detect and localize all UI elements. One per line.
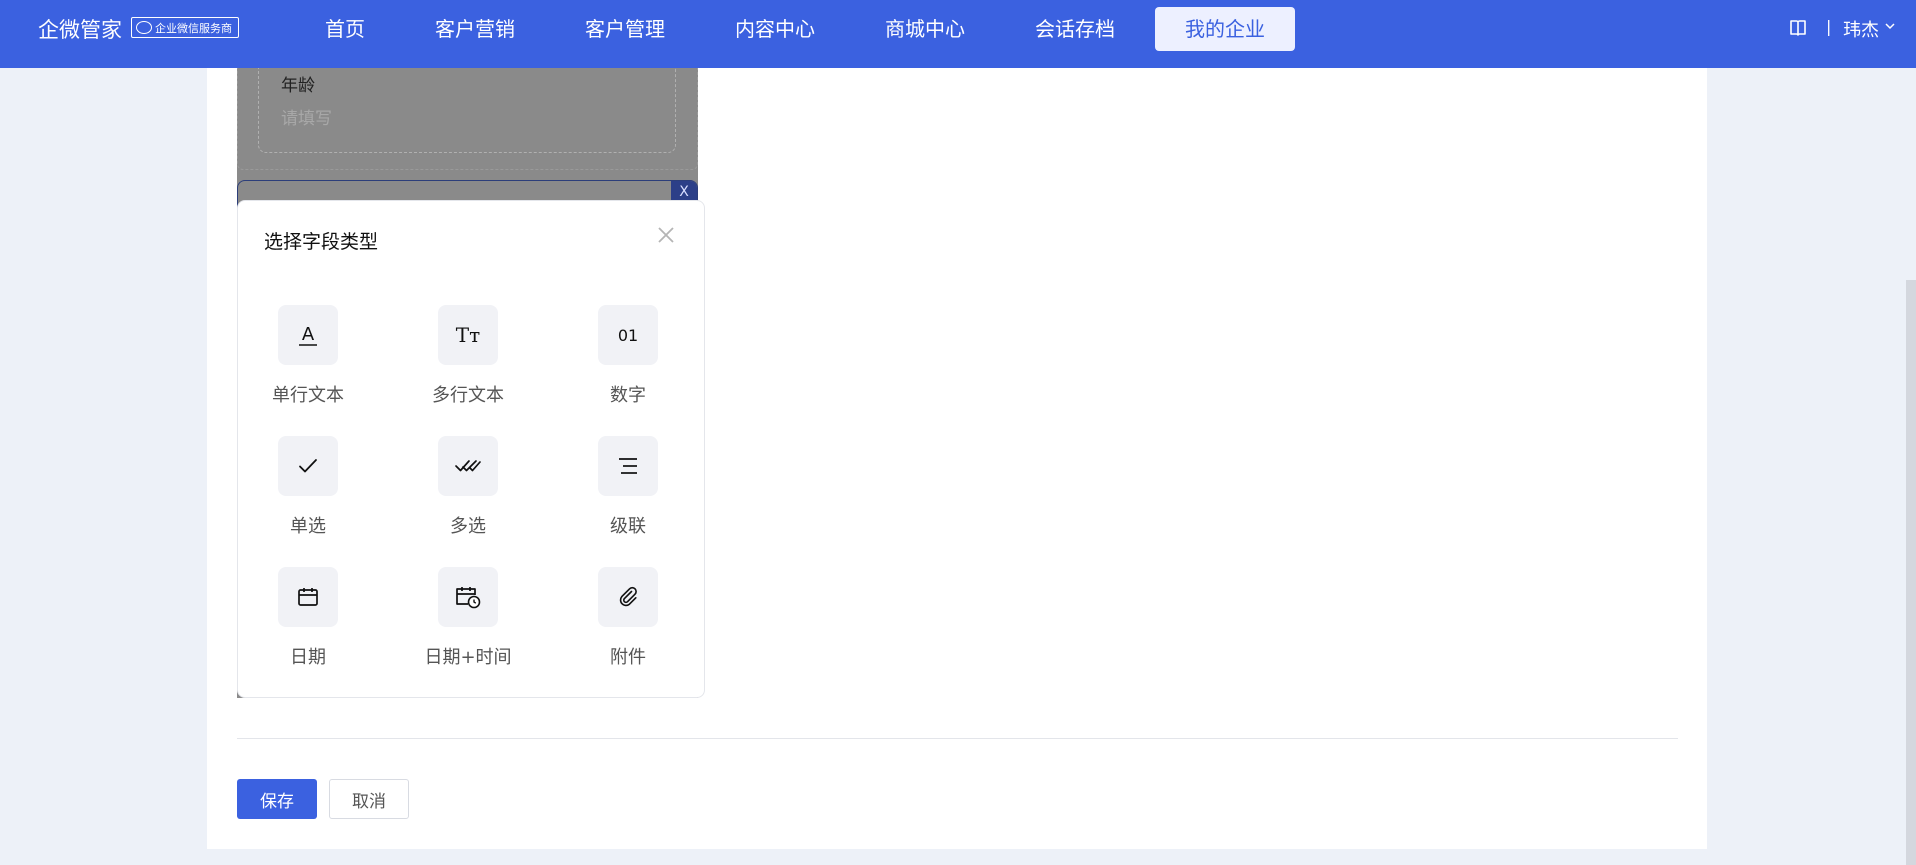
type-label: 附件 — [610, 647, 646, 668]
nav-session-archive[interactable]: 会话存档 — [1032, 7, 1118, 51]
type-label: 日期+时间 — [424, 647, 512, 668]
age-input-placeholder[interactable]: 请填写 — [281, 104, 332, 129]
type-label: 多选 — [450, 516, 486, 537]
page-scrollbar[interactable] — [1906, 280, 1916, 865]
cancel-button[interactable]: 取消 — [329, 779, 409, 819]
type-single-select[interactable]: 单选 — [248, 436, 368, 538]
text-size-icon: Tт — [455, 323, 481, 347]
type-number[interactable]: 01 数字 — [568, 305, 688, 407]
glyph-a: A — [302, 324, 315, 345]
type-datetime[interactable]: 日期+时间 — [408, 567, 528, 669]
type-icon-box — [598, 567, 658, 627]
book-icon[interactable] — [1788, 18, 1808, 38]
text-underline-icon: A — [299, 324, 317, 346]
type-label: 级联 — [610, 516, 646, 537]
calendar-icon — [298, 588, 318, 606]
calendar-clock-icon — [456, 587, 481, 609]
nav-my-enterprise[interactable]: 我的企业 — [1155, 7, 1295, 51]
type-attachment[interactable]: 附件 — [568, 567, 688, 669]
popup-title: 选择字段类型 — [264, 231, 379, 253]
user-name[interactable]: 玮杰 — [1843, 16, 1879, 42]
type-icon-box: Tт — [438, 305, 498, 365]
nav-home[interactable]: 首页 — [320, 7, 370, 51]
top-nav: 企微管家 企业微信服务商 首页 客户营销 客户管理 内容中心 商城中心 会话存档… — [0, 0, 1916, 68]
nav-content-center[interactable]: 内容中心 — [732, 7, 818, 51]
type-icon-box — [598, 436, 658, 496]
close-icon[interactable] — [654, 223, 678, 247]
field-type-popup: 选择字段类型 A 单行文本 Tт 多行文本 01 数字 单选 多选 级联 日期 … — [237, 200, 705, 698]
number-icon: 01 — [617, 325, 639, 345]
brand-logo[interactable]: 企微管家 — [38, 14, 122, 44]
type-multi-select[interactable]: 多选 — [408, 436, 528, 538]
service-provider-badge: 企业微信服务商 — [131, 17, 239, 38]
cascade-icon — [619, 458, 637, 474]
footer-divider — [237, 738, 1678, 739]
type-icon-box: 01 — [598, 305, 658, 365]
check-icon — [299, 459, 317, 473]
type-date[interactable]: 日期 — [248, 567, 368, 669]
type-label: 数字 — [610, 385, 646, 406]
nav-mall-center[interactable]: 商城中心 — [882, 7, 968, 51]
nav-customer-management[interactable]: 客户管理 — [582, 7, 668, 51]
type-icon-box — [438, 436, 498, 496]
paperclip-icon — [619, 586, 637, 607]
chevron-down-icon[interactable] — [1884, 20, 1896, 32]
age-label: 年龄 — [281, 76, 315, 96]
type-label: 单选 — [290, 516, 326, 537]
type-icon-box: A — [278, 305, 338, 365]
type-label: 日期 — [290, 647, 326, 668]
type-multi-line-text[interactable]: Tт 多行文本 — [408, 305, 528, 407]
type-label: 多行文本 — [432, 385, 504, 406]
wecom-chat-icon — [136, 21, 152, 34]
badge-text: 企业微信服务商 — [155, 21, 232, 35]
type-cascade[interactable]: 级联 — [568, 436, 688, 538]
save-button[interactable]: 保存 — [237, 779, 317, 819]
nav-customer-marketing[interactable]: 客户营销 — [432, 7, 518, 51]
type-icon-box — [278, 436, 338, 496]
double-check-icon — [455, 460, 481, 472]
type-single-line-text[interactable]: A 单行文本 — [248, 305, 368, 407]
type-icon-box — [438, 567, 498, 627]
type-label: 单行文本 — [272, 385, 344, 406]
type-icon-box — [278, 567, 338, 627]
nav-separator: | — [1826, 17, 1832, 36]
